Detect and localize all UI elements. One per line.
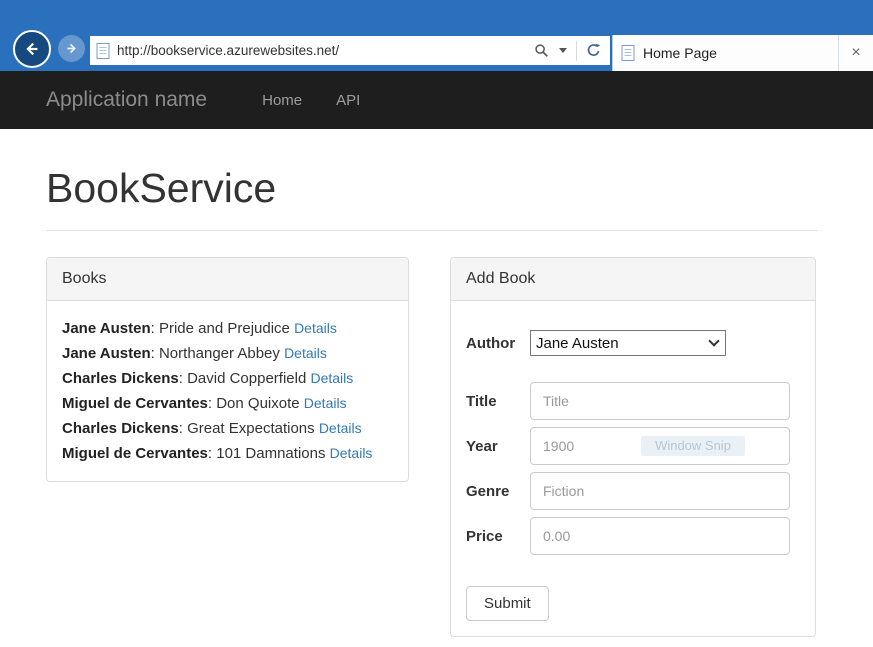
book-item: Charles Dickens: David Copperfield Detai…	[62, 366, 393, 391]
url-text: http://bookservice.azurewebsites.net/	[117, 43, 529, 58]
tab-home-page[interactable]: Home Page	[613, 35, 839, 71]
tab-close-button[interactable]: ×	[839, 35, 873, 71]
book-title: : David Copperfield	[179, 370, 311, 387]
page-title: BookService	[46, 165, 818, 212]
submit-button[interactable]: Submit	[466, 586, 549, 621]
tab-title: Home Page	[643, 45, 717, 61]
forward-arrow-icon	[64, 41, 79, 56]
year-label: Year	[466, 438, 530, 455]
chevron-down-icon	[559, 48, 567, 53]
genre-input[interactable]	[530, 472, 790, 510]
book-item: Miguel de Cervantes: 101 Damnations Deta…	[62, 441, 393, 466]
search-dropdown-button[interactable]	[554, 36, 572, 65]
form-row-genre: Genre	[466, 472, 800, 510]
book-title: : Northanger Abbey	[151, 345, 284, 362]
book-item: Charles Dickens: Great Expectations Deta…	[62, 416, 393, 441]
form-row-author: Author Jane Austen	[466, 330, 800, 356]
title-input[interactable]	[530, 382, 790, 420]
tab-strip: Home Page ×	[612, 35, 873, 71]
form-row-year: YearWindow Snip	[466, 427, 800, 465]
address-bar-divider	[576, 41, 577, 61]
book-title: : 101 Damnations	[208, 445, 330, 462]
price-input[interactable]	[530, 517, 790, 555]
forward-button[interactable]	[58, 35, 85, 62]
add-book-panel: Add Book Author Jane Austen Title YearWin…	[450, 257, 816, 637]
refresh-button[interactable]	[581, 36, 606, 65]
add-book-form: Author Jane Austen Title YearWindow Snip G…	[451, 301, 815, 636]
book-details-link[interactable]: Details	[294, 320, 337, 336]
search-icon	[534, 43, 549, 58]
browser-window: http://bookservice.azurewebsites.net/	[0, 0, 873, 637]
title-label: Title	[466, 393, 530, 410]
book-item: Jane Austen: Northanger Abbey Details	[62, 341, 393, 366]
nav-link-api[interactable]: API	[336, 92, 360, 109]
search-button[interactable]	[529, 36, 554, 65]
book-details-link[interactable]: Details	[330, 445, 373, 461]
book-author: Jane Austen	[62, 345, 151, 362]
browser-chrome: http://bookservice.azurewebsites.net/	[0, 0, 873, 71]
book-item: Miguel de Cervantes: Don Quixote Details	[62, 391, 393, 416]
book-author: Jane Austen	[62, 320, 151, 337]
author-select[interactable]: Jane Austen	[530, 330, 726, 356]
add-book-panel-heading: Add Book	[451, 258, 815, 301]
author-label: Author	[466, 335, 530, 352]
book-title: : Don Quixote	[208, 395, 304, 412]
form-row-price: Price	[466, 517, 800, 555]
panels-row: Books Jane Austen: Pride and Prejudice D…	[46, 257, 818, 637]
book-author: Miguel de Cervantes	[62, 445, 208, 462]
navbar-brand[interactable]: Application name	[46, 88, 207, 112]
nav-link-home[interactable]: Home	[262, 92, 302, 109]
book-title: : Great Expectations	[179, 420, 319, 437]
book-item: Jane Austen: Pride and Prejudice Details	[62, 316, 393, 341]
genre-label: Genre	[466, 483, 530, 500]
book-details-link[interactable]: Details	[284, 345, 327, 361]
book-title: : Pride and Prejudice	[151, 320, 294, 337]
books-list: Jane Austen: Pride and Prejudice Details…	[47, 301, 408, 481]
book-author: Miguel de Cervantes	[62, 395, 208, 412]
books-panel: Books Jane Austen: Pride and Prejudice D…	[46, 257, 409, 482]
book-author: Charles Dickens	[62, 420, 179, 437]
author-select-wrap: Jane Austen	[530, 330, 726, 356]
year-input[interactable]	[530, 427, 790, 465]
book-author: Charles Dickens	[62, 370, 179, 387]
back-arrow-icon	[22, 39, 42, 59]
book-details-link[interactable]: Details	[319, 420, 362, 436]
book-details-link[interactable]: Details	[304, 395, 347, 411]
horizontal-divider	[46, 230, 818, 231]
page-content: BookService Books Jane Austen: Pride and…	[0, 165, 873, 637]
tab-page-icon	[621, 45, 635, 61]
books-panel-heading: Books	[47, 258, 408, 301]
add-book-fields: Title YearWindow Snip Genre Price	[466, 382, 800, 555]
back-button[interactable]	[13, 30, 51, 68]
site-navbar: Application name Home API	[0, 71, 873, 129]
page-icon	[96, 43, 110, 59]
price-label: Price	[466, 528, 530, 545]
address-bar[interactable]: http://bookservice.azurewebsites.net/	[90, 36, 610, 65]
form-row-title: Title	[466, 382, 800, 420]
refresh-icon	[586, 43, 601, 58]
book-details-link[interactable]: Details	[310, 370, 353, 386]
